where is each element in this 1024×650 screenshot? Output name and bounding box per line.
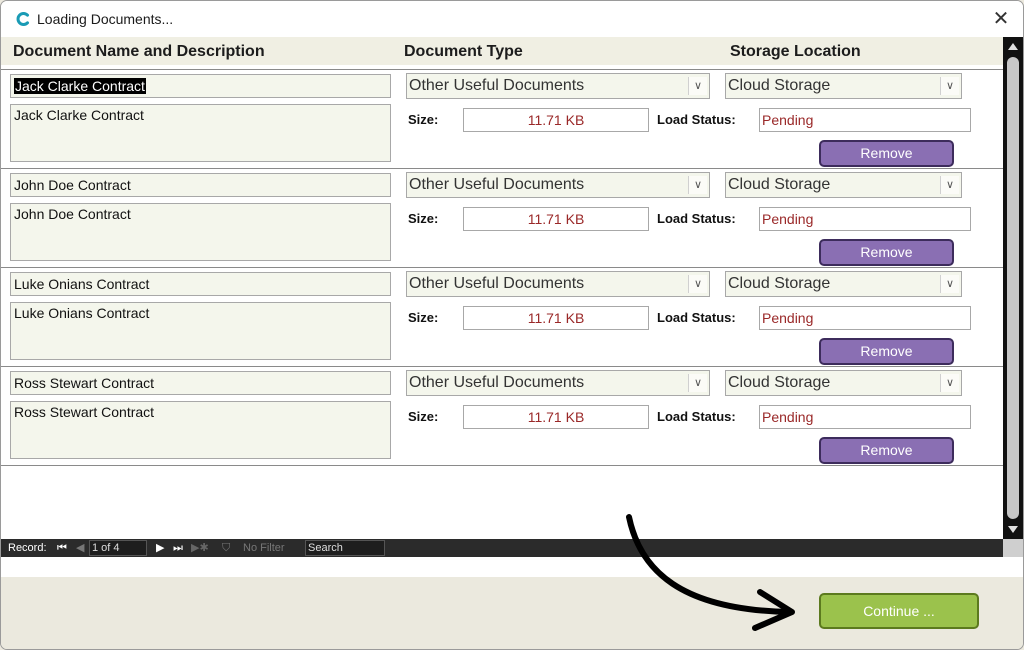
size-value: 11.71 KB <box>463 207 649 231</box>
search-input[interactable]: Search <box>305 540 385 556</box>
document-record: Ross Stewart Contract Ross Stewart Contr… <box>1 366 1003 466</box>
load-status-label: Load Status: <box>657 211 736 226</box>
document-type-select[interactable]: Other Useful Documents ∨ <box>406 172 710 198</box>
load-status-label: Load Status: <box>657 409 736 424</box>
remove-button[interactable]: Remove <box>819 239 954 266</box>
first-record-icon[interactable]: ⏮ <box>57 541 67 555</box>
document-name-field[interactable]: John Doe Contract <box>10 173 391 197</box>
remove-button[interactable]: Remove <box>819 437 954 464</box>
chevron-down-icon[interactable]: ∨ <box>688 275 707 293</box>
title-bar: Loading Documents... ✕ <box>1 1 1023 37</box>
size-label: Size: <box>408 310 439 325</box>
form-gap <box>1 557 1023 577</box>
size-value: 11.71 KB <box>463 108 649 132</box>
record-label: Record: <box>8 542 47 554</box>
load-status-label: Load Status: <box>657 112 736 127</box>
document-name-field[interactable]: Luke Onians Contract <box>10 272 391 296</box>
document-record: John Doe Contract John Doe Contract Othe… <box>1 168 1003 267</box>
no-filter-label[interactable]: No Filter <box>243 541 285 555</box>
header-storage-location: Storage Location <box>730 43 861 60</box>
load-status-label: Load Status: <box>657 310 736 325</box>
storage-location-select[interactable]: Cloud Storage ∨ <box>725 370 962 396</box>
close-icon[interactable]: ✕ <box>989 7 1013 31</box>
last-record-icon[interactable]: ⏭ <box>173 541 183 555</box>
document-list: Jack Clarke Contract Jack Clarke Contrac… <box>1 65 1003 539</box>
document-type-select[interactable]: Other Useful Documents ∨ <box>406 271 710 297</box>
load-status-value: Pending <box>759 207 971 231</box>
continue-button[interactable]: Continue ... <box>819 593 979 629</box>
document-description-field[interactable]: Luke Onians Contract <box>10 302 391 360</box>
chevron-down-icon[interactable]: ∨ <box>940 374 959 392</box>
new-record-icon[interactable]: ▶✱ <box>191 541 209 555</box>
scroll-up-icon[interactable] <box>1008 43 1018 50</box>
document-description-field[interactable]: Jack Clarke Contract <box>10 104 391 162</box>
remove-button[interactable]: Remove <box>819 140 954 167</box>
scrollbar-corner <box>1003 539 1023 557</box>
current-record-field[interactable]: 1 of 4 <box>89 540 147 556</box>
size-label: Size: <box>408 211 439 226</box>
header-document-name: Document Name and Description <box>13 43 265 60</box>
document-name-field[interactable]: Jack Clarke Contract <box>10 74 391 98</box>
load-status-value: Pending <box>759 108 971 132</box>
storage-location-select[interactable]: Cloud Storage ∨ <box>725 172 962 198</box>
storage-location-select[interactable]: Cloud Storage ∨ <box>725 271 962 297</box>
vertical-scrollbar[interactable] <box>1003 37 1023 539</box>
size-value: 11.71 KB <box>463 405 649 429</box>
document-description-field[interactable]: Ross Stewart Contract <box>10 401 391 459</box>
size-label: Size: <box>408 409 439 424</box>
document-description-field[interactable]: John Doe Contract <box>10 203 391 261</box>
record-navigation-bar: Record: ⏮ ◀ 1 of 4 ▶ ⏭ ▶✱ ⛉ No Filter Se… <box>1 539 1003 557</box>
scroll-down-icon[interactable] <box>1008 526 1018 533</box>
document-name-field[interactable]: Ross Stewart Contract <box>10 371 391 395</box>
document-type-select[interactable]: Other Useful Documents ∨ <box>406 370 710 396</box>
document-type-select[interactable]: Other Useful Documents ∨ <box>406 73 710 99</box>
chevron-down-icon[interactable]: ∨ <box>940 176 959 194</box>
next-record-icon[interactable]: ▶ <box>156 541 164 555</box>
column-headers: Document Name and Description Document T… <box>1 37 1003 65</box>
document-record: Luke Onians Contract Luke Onians Contrac… <box>1 267 1003 366</box>
app-logo-icon <box>16 12 29 26</box>
document-record: Jack Clarke Contract Jack Clarke Contrac… <box>1 69 1003 168</box>
loading-documents-dialog: Loading Documents... ✕ Document Name and… <box>0 0 1024 650</box>
load-status-value: Pending <box>759 306 971 330</box>
chevron-down-icon[interactable]: ∨ <box>940 275 959 293</box>
size-value: 11.71 KB <box>463 306 649 330</box>
header-document-type: Document Type <box>404 43 523 60</box>
chevron-down-icon[interactable]: ∨ <box>940 77 959 95</box>
remove-button[interactable]: Remove <box>819 338 954 365</box>
filter-icon[interactable]: ⛉ <box>222 541 230 555</box>
storage-location-select[interactable]: Cloud Storage ∨ <box>725 73 962 99</box>
previous-record-icon[interactable]: ◀ <box>76 541 84 555</box>
chevron-down-icon[interactable]: ∨ <box>688 176 707 194</box>
window-title: Loading Documents... <box>37 11 174 27</box>
load-status-value: Pending <box>759 405 971 429</box>
scrollbar-thumb[interactable] <box>1007 57 1019 519</box>
chevron-down-icon[interactable]: ∨ <box>688 77 707 95</box>
size-label: Size: <box>408 112 439 127</box>
chevron-down-icon[interactable]: ∨ <box>688 374 707 392</box>
